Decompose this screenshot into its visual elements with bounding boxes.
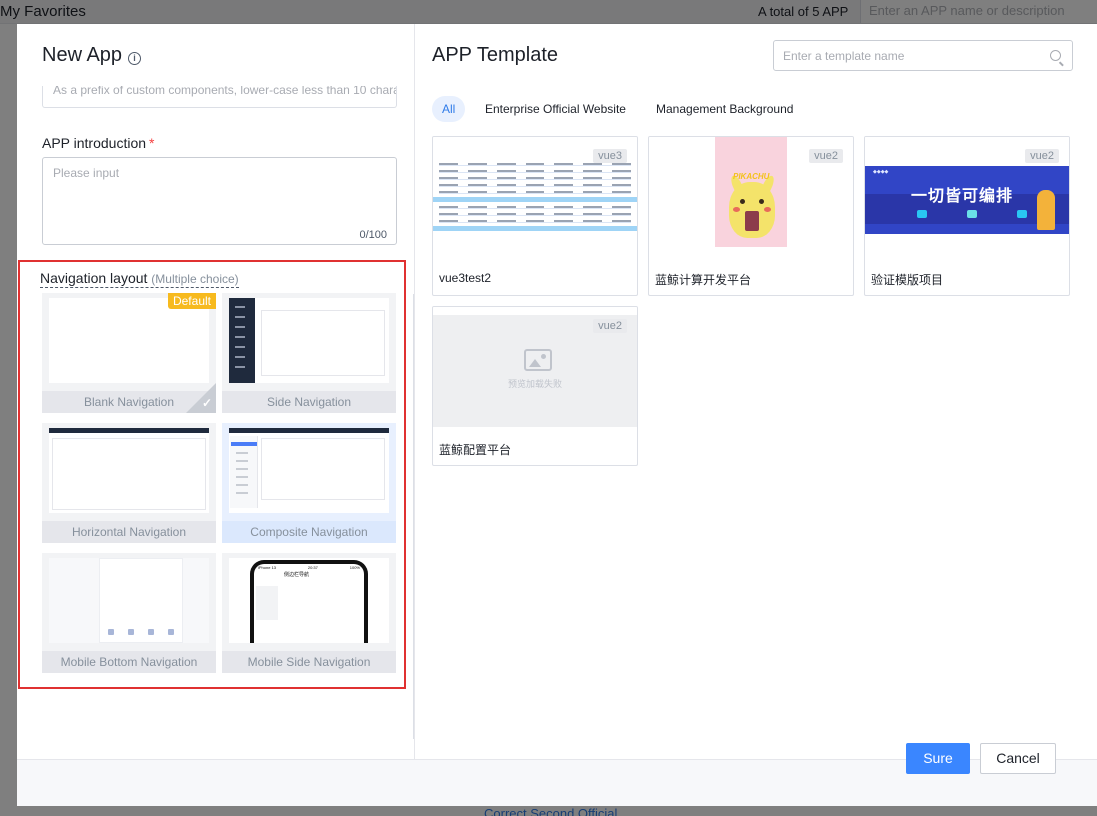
layout-option-label: Mobile Bottom Navigation (42, 651, 216, 673)
new-app-form-pane: New App i As a prefix of custom componen… (17, 24, 415, 759)
check-icon: ✓ (201, 396, 212, 410)
new-app-title: New App (42, 44, 123, 66)
template-name: vue3test2 (439, 271, 492, 285)
layout-option-label: Side Navigation (222, 391, 396, 413)
template-name: 蓝鲸计算开发平台 (655, 273, 752, 287)
template-card[interactable]: ◆◆◆◆ 一切皆可编排 vue2 验证模版项目 (864, 136, 1070, 296)
layout-option-horizontal[interactable]: Horizontal Navigation (42, 423, 216, 543)
preview-phone-title: 侧边栏导航 (284, 572, 310, 578)
component-prefix-input[interactable]: As a prefix of custom components, lower-… (42, 86, 397, 108)
tab-enterprise-official-website[interactable]: Enterprise Official Website (475, 96, 636, 122)
vue-version-badge: vue2 (593, 319, 627, 333)
preview-sidebar (229, 298, 255, 383)
template-name: 蓝鲸配置平台 (439, 443, 512, 457)
layout-preview-composite (229, 428, 389, 513)
layout-preview-mobile-bottom (49, 558, 209, 643)
app-introduction-label-text: APP introduction (42, 135, 147, 151)
required-star: * (149, 135, 155, 151)
layout-option-mobile-bottom[interactable]: Mobile Bottom Navigation (42, 553, 216, 673)
template-search-input[interactable]: Enter a template name (773, 40, 1073, 71)
preview-topbar (229, 428, 389, 433)
new-app-dialog: New App i As a prefix of custom componen… (17, 24, 1097, 806)
banner-logo: ◆◆◆◆ (873, 169, 889, 175)
layout-option-mobile-side[interactable]: iPhone 13 20:37 100% 侧边栏导航 Mobile Side N… (222, 553, 396, 673)
navigation-layout-label-text: Navigation layout (40, 270, 148, 286)
layout-preview-side (229, 298, 389, 383)
preview-content (261, 310, 385, 376)
vue-version-badge: vue2 (809, 149, 843, 163)
template-card[interactable]: 预览加载失败 vue2 蓝鲸配置平台 (432, 306, 638, 466)
app-introduction-char-count: 0/100 (359, 229, 387, 241)
layout-preview-horizontal (49, 428, 209, 513)
app-introduction-placeholder: Please input (53, 166, 120, 180)
search-icon[interactable] (1050, 50, 1061, 61)
default-badge: Default (167, 293, 216, 309)
template-card[interactable]: PIKACHU vue2 蓝鲸计算开发平台 (648, 136, 854, 296)
info-icon[interactable]: i (128, 52, 141, 65)
component-prefix-placeholder: As a prefix of custom components, lower-… (53, 86, 397, 97)
cancel-button[interactable]: Cancel (980, 743, 1056, 774)
preview-failed-text: 预览加载失败 (507, 379, 562, 389)
app-template-title: APP Template (432, 44, 559, 66)
sure-button[interactable]: Sure (906, 743, 970, 774)
preview-phone-battery: 100% (349, 565, 360, 570)
layout-option-label: Mobile Side Navigation (222, 651, 396, 673)
app-introduction-label: APP introduction * (42, 135, 154, 151)
template-name: 验证模版项目 (871, 273, 944, 287)
layout-option-composite[interactable]: Composite Navigation (222, 423, 396, 543)
layout-preview-blank (49, 298, 209, 383)
navigation-layout-hint: (Multiple choice) (151, 272, 239, 286)
app-template-pane: APP Template Enter a template name All E… (416, 24, 1097, 759)
navigation-layout-label: Navigation layout (Multiple choice) (40, 270, 239, 288)
layout-option-blank[interactable]: Default Blank Navigation ✓ (42, 293, 216, 413)
template-card[interactable]: vue3 vue3test2 (432, 136, 638, 296)
preview-menu (230, 436, 258, 508)
template-search-placeholder: Enter a template name (783, 49, 905, 63)
image-placeholder-icon (524, 349, 552, 371)
preview-phone-carrier: iPhone 13 (258, 565, 277, 570)
layout-option-label: Horizontal Navigation (42, 521, 216, 543)
preview-content (52, 438, 206, 510)
preview-tabbar (101, 629, 181, 639)
preview-phone-sidebar (256, 586, 278, 620)
template-banner: ◆◆◆◆ 一切皆可编排 (865, 166, 1069, 234)
preview-topbar (49, 428, 209, 433)
pikachu-logo-text: PIKACHU (733, 172, 770, 181)
vue-version-badge: vue3 (593, 149, 627, 163)
preview-phone-status: iPhone 13 20:37 100% (258, 565, 360, 570)
preview-phone-time: 20:37 (307, 565, 318, 570)
preview-content (261, 438, 385, 500)
vue-version-badge: vue2 (1025, 149, 1059, 163)
tab-management-background[interactable]: Management Background (646, 96, 803, 122)
layout-preview-mobile-side: iPhone 13 20:37 100% 侧边栏导航 (229, 558, 389, 643)
form-scrollbar[interactable] (413, 294, 414, 739)
preview-phone: iPhone 13 20:37 100% 侧边栏导航 (250, 560, 368, 643)
layout-option-label: Composite Navigation (222, 521, 396, 543)
tab-all[interactable]: All (432, 96, 466, 122)
banner-title: 一切皆可编排 (911, 188, 1014, 205)
layout-option-side[interactable]: Side Navigation (222, 293, 396, 413)
app-introduction-textarea[interactable]: Please input 0/100 (42, 157, 397, 245)
